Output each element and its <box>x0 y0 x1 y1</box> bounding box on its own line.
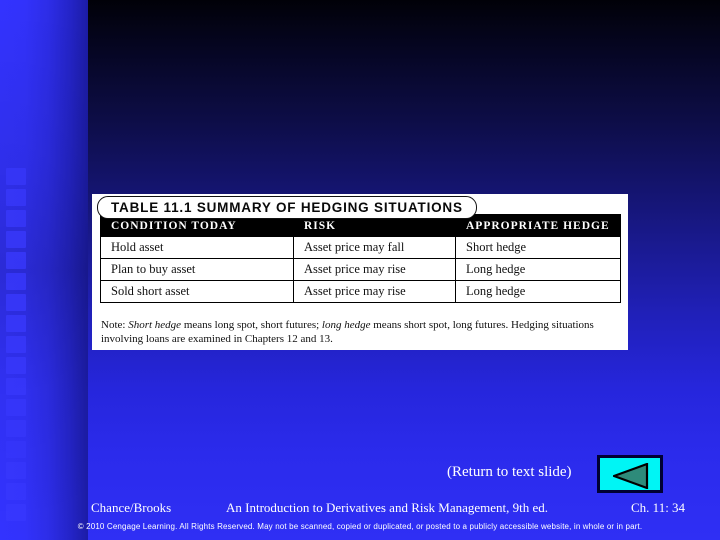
cell-condition: Plan to buy asset <box>100 258 294 281</box>
table-row: Hold asset Asset price may fall Short he… <box>100 236 621 259</box>
hedging-summary-table: CONDITION TODAY RISK APPROPRIATE HEDGE H… <box>100 214 621 303</box>
decorative-square <box>6 315 26 332</box>
decorative-square-column <box>6 168 28 525</box>
note-italic-short-hedge: Short hedge <box>128 319 182 331</box>
return-to-text-slide-label: (Return to text slide) <box>447 464 572 480</box>
slide-footer: Chance/Brooks An Introduction to Derivat… <box>0 500 720 516</box>
decorative-square <box>6 399 26 416</box>
table-footnote: Note: Short hedge means long spot, short… <box>101 319 615 346</box>
decorative-square <box>6 378 26 395</box>
hedging-summary-table-panel: TABLE 11.1 SUMMARY OF HEDGING SITUATIONS… <box>92 194 628 350</box>
back-navigation-button[interactable] <box>597 455 663 493</box>
decorative-square <box>6 336 26 353</box>
left-triangle-icon <box>613 463 649 489</box>
decorative-square <box>6 210 26 227</box>
footer-author: Chance/Brooks <box>91 500 172 515</box>
cell-hedge: Short hedge <box>455 236 621 259</box>
decorative-square <box>6 357 26 374</box>
copyright-notice: © 2010 Cengage Learning. All Rights Rese… <box>77 522 643 531</box>
note-prefix: Note: <box>101 319 129 331</box>
left-decorative-stripe <box>0 0 88 540</box>
note-italic-long-hedge: long hedge <box>321 319 371 331</box>
decorative-square <box>6 273 26 290</box>
decorative-square <box>6 420 26 437</box>
table-body: Hold asset Asset price may fall Short he… <box>100 236 621 303</box>
cell-risk: Asset price may rise <box>293 280 456 303</box>
cell-condition: Sold short asset <box>100 280 294 303</box>
cell-condition: Hold asset <box>100 236 294 259</box>
note-mid-1: means long spot, short futures; <box>181 319 322 331</box>
decorative-square <box>6 189 26 206</box>
table-row: Sold short asset Asset price may rise Lo… <box>100 280 621 303</box>
decorative-square <box>6 441 26 458</box>
cell-hedge: Long hedge <box>455 280 621 303</box>
cell-hedge: Long hedge <box>455 258 621 281</box>
decorative-square <box>6 462 26 479</box>
footer-chapter-slide-number: Ch. 11: 34 <box>631 500 686 515</box>
footer-book-title: An Introduction to Derivatives and Risk … <box>226 500 549 515</box>
column-header-hedge: APPROPRIATE HEDGE <box>455 214 621 237</box>
cell-risk: Asset price may rise <box>293 258 456 281</box>
decorative-square <box>6 231 26 248</box>
table-row: Plan to buy asset Asset price may rise L… <box>100 258 621 281</box>
cell-risk: Asset price may fall <box>293 236 456 259</box>
table-title-box: TABLE 11.1 SUMMARY OF HEDGING SITUATIONS <box>97 196 477 219</box>
table-title: TABLE 11.1 SUMMARY OF HEDGING SITUATIONS <box>111 200 463 215</box>
decorative-square <box>6 252 26 269</box>
decorative-square <box>6 483 26 500</box>
decorative-square <box>6 294 26 311</box>
decorative-square <box>6 168 26 185</box>
presentation-slide: TABLE 11.1 SUMMARY OF HEDGING SITUATIONS… <box>0 0 720 540</box>
